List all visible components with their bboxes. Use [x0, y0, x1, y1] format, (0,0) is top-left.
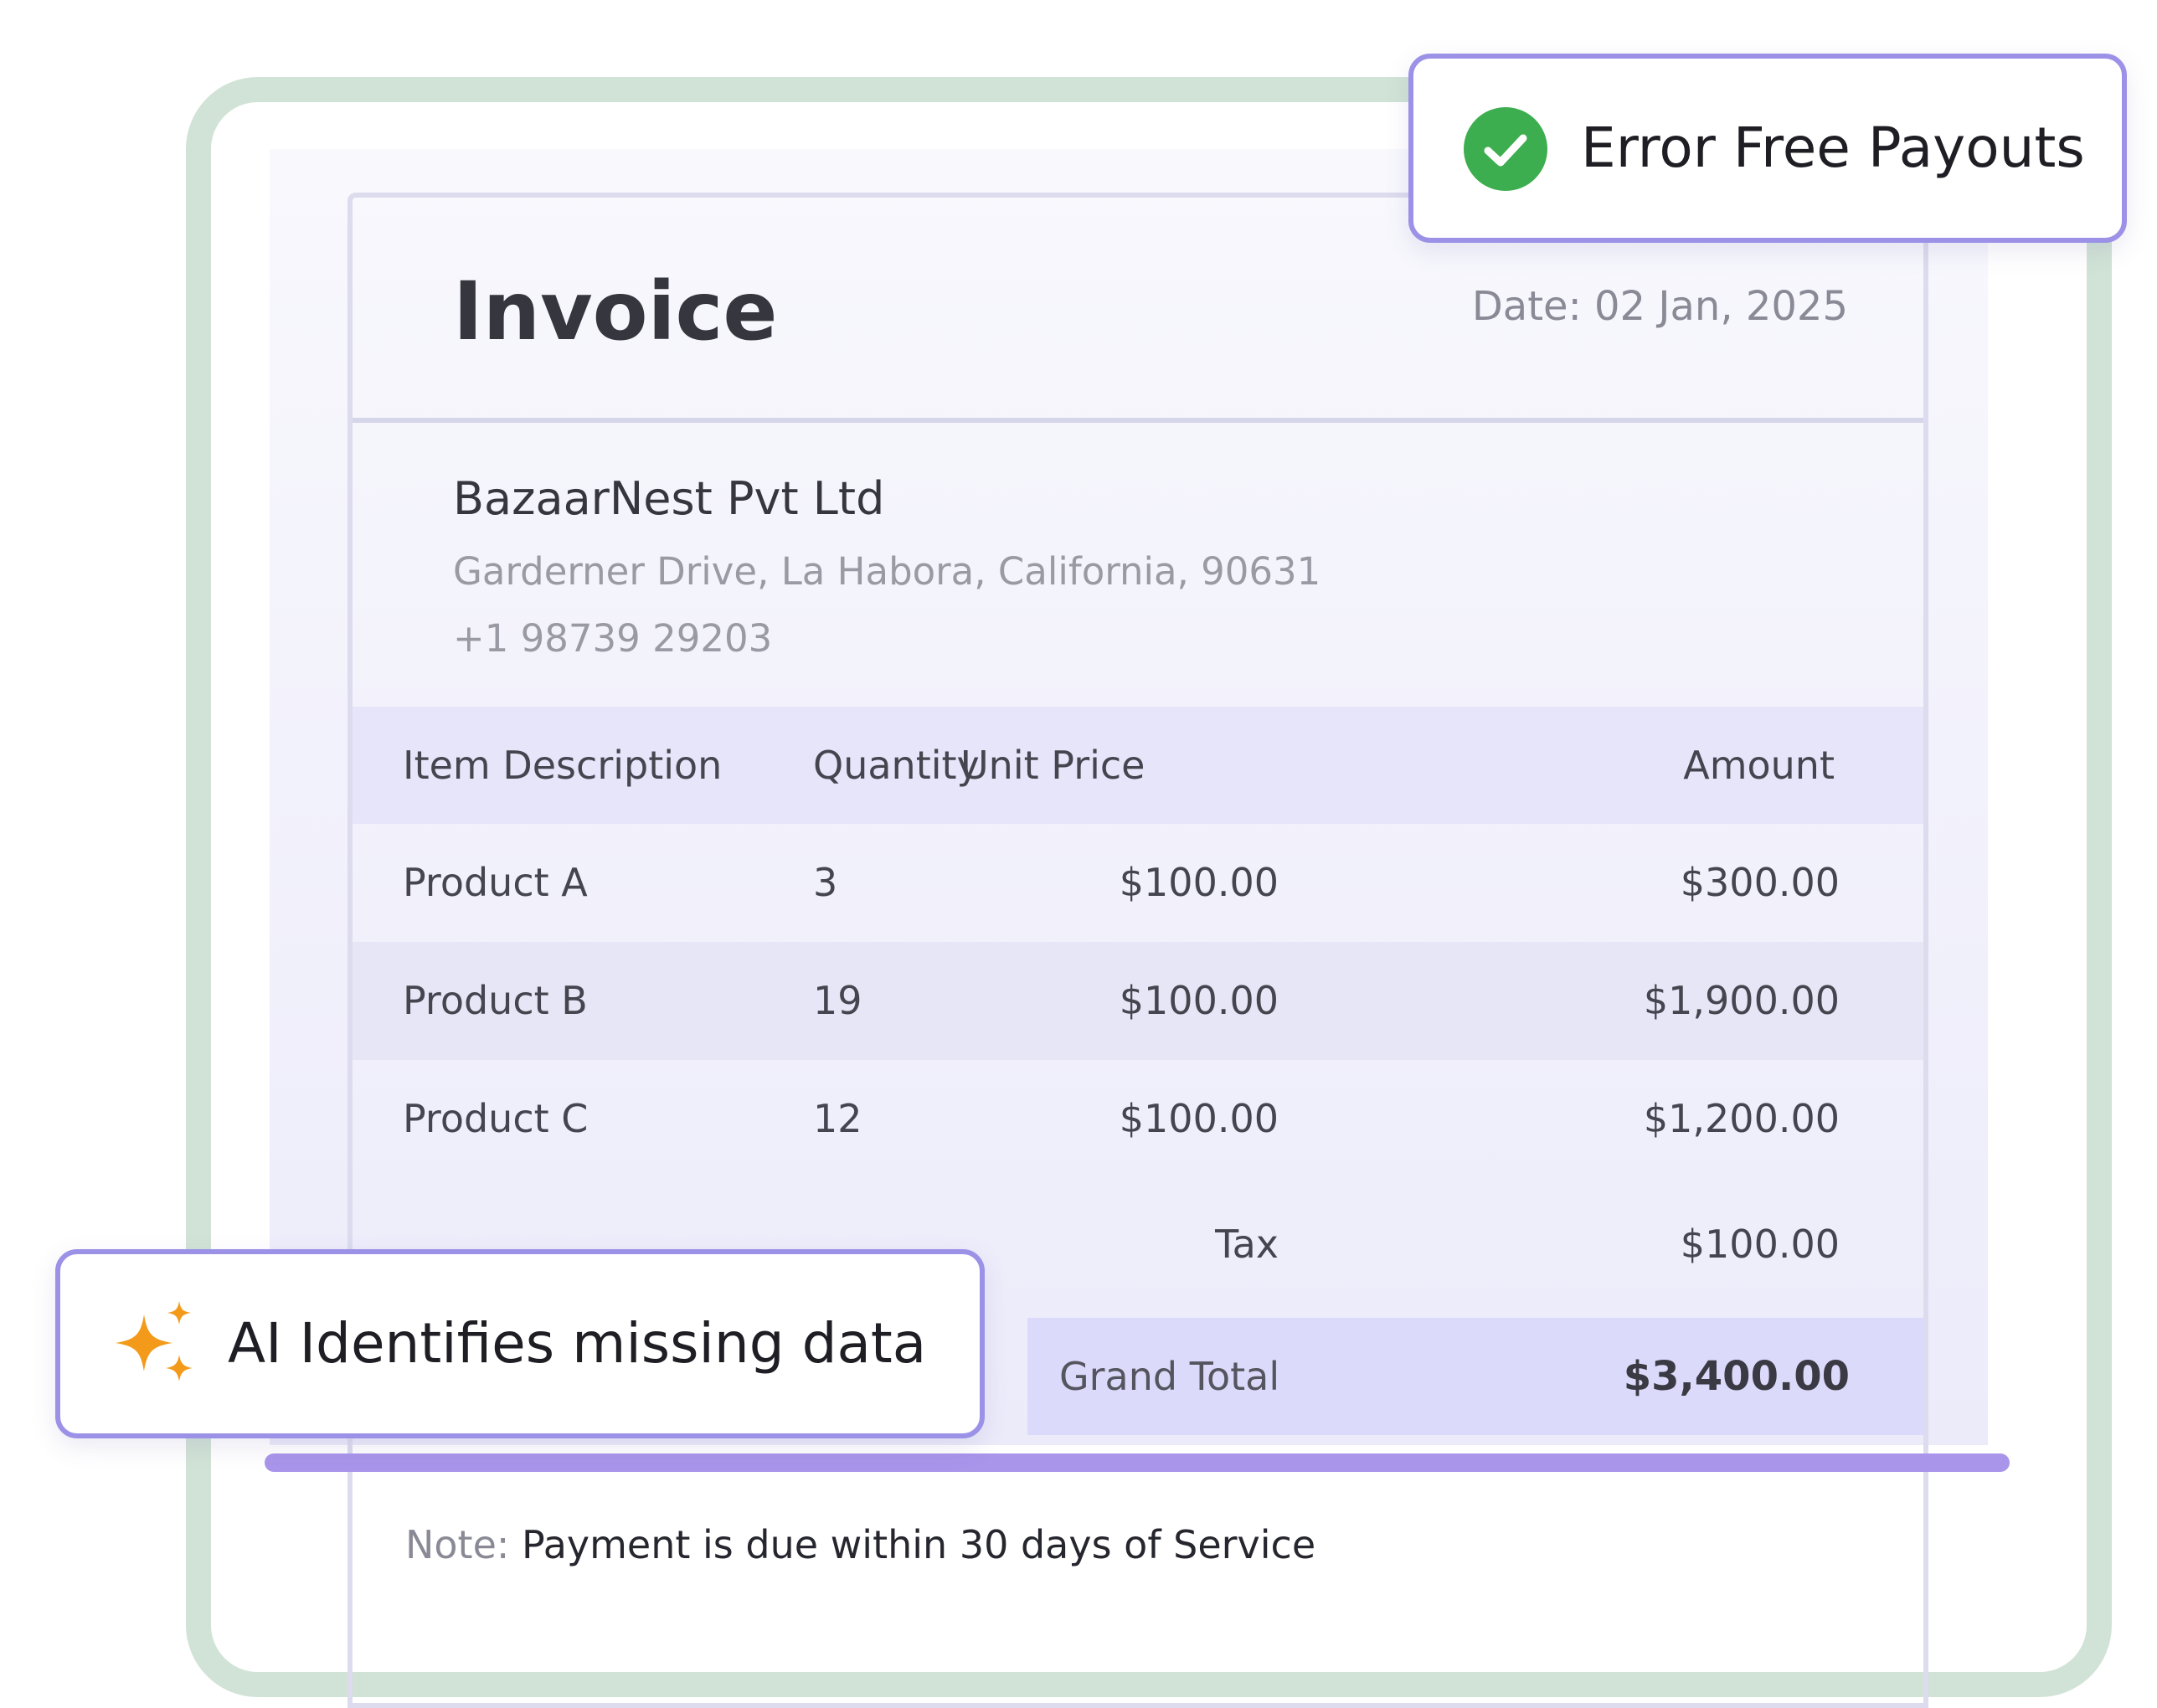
payment-note: Note: Payment is due within 30 days of S…	[405, 1522, 1315, 1567]
sparkle-icon	[116, 1301, 193, 1381]
error-free-payouts-badge: Error Free Payouts	[1408, 54, 2127, 243]
item-quantity: 3	[813, 860, 838, 905]
item-amount: $1,900.00	[1643, 978, 1840, 1023]
column-header-amount: Amount	[1683, 743, 1835, 788]
table-header-row: Item Description Quantity Unit Price Amo…	[353, 707, 1923, 824]
item-description: Product A	[403, 860, 588, 905]
badge-label: AI Identifies missing data	[228, 1311, 927, 1376]
table-row: Product A 3 $100.00 $300.00	[353, 824, 1923, 942]
column-header-unit-price: Unit Price	[960, 743, 1145, 788]
check-circle-icon	[1464, 107, 1547, 191]
note-label: Note:	[405, 1522, 510, 1567]
tax-label: Tax	[1215, 1222, 1279, 1267]
invoice-date: Date: 02 Jan, 2025	[1471, 283, 1848, 330]
item-amount: $300.00	[1680, 860, 1840, 905]
column-header-quantity: Quantity	[813, 743, 980, 788]
item-unit-price: $100.00	[1119, 860, 1279, 905]
company-name: BazaarNest Pvt Ltd	[453, 472, 885, 525]
item-unit-price: $100.00	[1119, 978, 1279, 1023]
ai-missing-data-badge: AI Identifies missing data	[55, 1249, 985, 1438]
badge-label: Error Free Payouts	[1581, 116, 2085, 180]
item-description: Product C	[403, 1096, 589, 1141]
table-row: Product B 19 $100.00 $1,900.00	[353, 942, 1923, 1060]
company-phone: +1 98739 29203	[453, 616, 773, 661]
invoice-document: Invoice Date: 02 Jan, 2025 BazaarNest Pv…	[347, 193, 1928, 1708]
grand-total-value: $3,400.00	[1623, 1353, 1850, 1400]
table-row: Product C 12 $100.00 $1,200.00	[353, 1060, 1923, 1178]
accent-divider	[265, 1453, 2010, 1472]
column-header-item-description: Item Description	[403, 743, 723, 788]
item-description: Product B	[403, 978, 588, 1023]
grand-total-label: Grand Total	[1059, 1354, 1280, 1399]
item-amount: $1,200.00	[1643, 1096, 1840, 1141]
grand-total-row: Grand Total $3,400.00	[1027, 1318, 1923, 1435]
invoice-title: Invoice	[453, 265, 778, 358]
item-unit-price: $100.00	[1119, 1096, 1279, 1141]
company-address: Garderner Drive, La Habora, California, …	[453, 549, 1321, 594]
item-quantity: 12	[813, 1096, 862, 1141]
note-text: Payment is due within 30 days of Service	[522, 1522, 1316, 1567]
item-quantity: 19	[813, 978, 862, 1023]
tax-value: $100.00	[1680, 1222, 1840, 1267]
